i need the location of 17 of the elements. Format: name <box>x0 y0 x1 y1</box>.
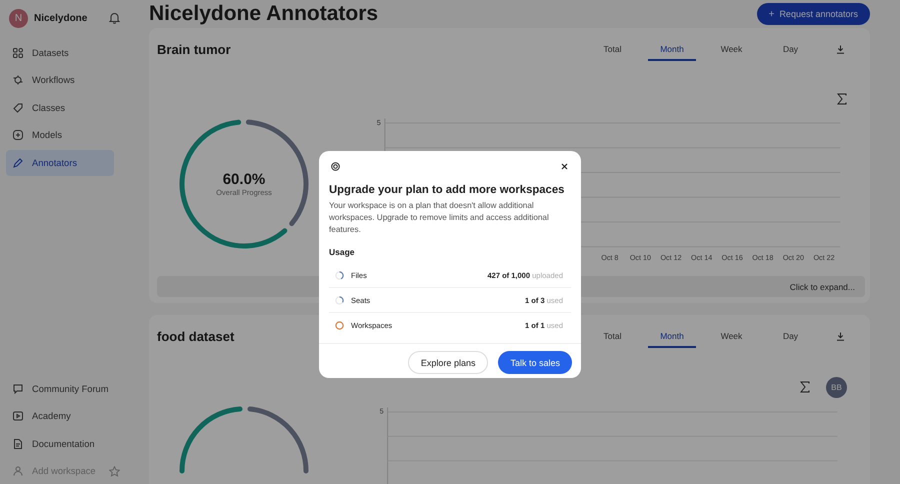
dialog-description: Your workspace is on a plan that doesn't allow additional workspaces. Upgrade to remove limits and access additional features. <box>329 200 550 236</box>
x-axis-label: Oct 18 <box>752 252 774 262</box>
y-tick-label: 5 <box>376 118 381 127</box>
x-axis-label: Oct 16 <box>722 252 743 262</box>
x-axis-label: Oct 14 <box>691 252 712 262</box>
usage-heading: Usage <box>329 247 356 257</box>
x-axis-label: Oct 10 <box>630 252 652 262</box>
x-axis-label: Oct 22 <box>813 252 835 262</box>
user-avatar: BB <box>826 376 847 398</box>
dialog-title: Upgrade your plan to add more workspaces <box>329 183 566 198</box>
project-title: food dataset <box>157 328 234 344</box>
progress-value: 60.0% <box>222 171 266 188</box>
project-title: Brain tumor <box>157 42 231 56</box>
x-axis-label: Oct 8 <box>601 252 618 262</box>
x-axis-label: Oct 20 <box>782 252 804 262</box>
page-title: Nicelydone Annotators <box>149 2 378 26</box>
x-axis-label: Oct 12 <box>660 252 682 262</box>
